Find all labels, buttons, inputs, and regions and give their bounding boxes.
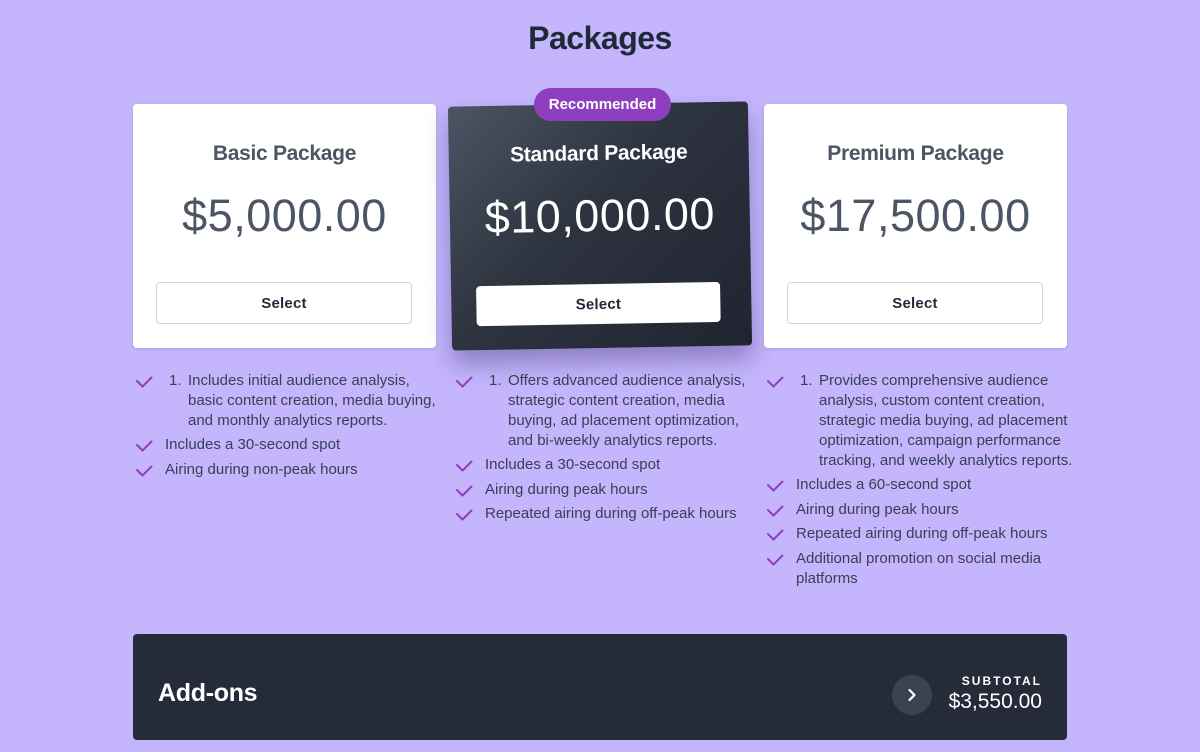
feature-item: Airing during peak hours — [455, 480, 755, 500]
package-name: Premium Package — [827, 142, 1004, 165]
package-price: $10,000.00 — [484, 187, 716, 244]
premium-feature-list: 1. Provides comprehensive audience analys… — [766, 366, 1076, 589]
check-icon — [456, 509, 473, 521]
feature-text: Includes initial audience analysis, basi… — [188, 371, 436, 429]
addons-title: Add-ons — [158, 679, 258, 707]
feature-text: Offers advanced audience analysis, strat… — [508, 371, 746, 449]
feature-text: Includes a 30-second spot — [485, 456, 661, 474]
package-name: Standard Package — [509, 140, 688, 167]
page-title: Packages — [528, 20, 672, 56]
subtotal-label: SUBTOTAL — [961, 674, 1042, 688]
check-icon — [456, 460, 473, 472]
feature-item: Additional promotion on social media pla… — [766, 549, 1076, 589]
feature-item: 1. Provides comprehensive audience analys… — [766, 371, 1076, 471]
standard-package-card: Standard Package $10,000.00 Select — [447, 101, 753, 351]
check-icon — [136, 376, 153, 388]
recommended-badge: Recommended — [534, 88, 671, 121]
feature-item: Includes a 30-second spot — [455, 455, 755, 475]
feature-text: Repeated airing during off-peak hours — [796, 525, 1048, 543]
feature-item: Includes a 30-second spot — [135, 435, 445, 455]
feature-item: Airing during peak hours — [766, 500, 1076, 520]
feature-text: Provides comprehensive audience analysis… — [819, 371, 1073, 469]
feature-text: Additional promotion on social media pla… — [796, 549, 1042, 587]
feature-item: 1. Offers advanced audience analysis, str… — [455, 371, 755, 451]
premium-package-card: Premium Package $17,500.00 Select — [764, 104, 1067, 348]
check-icon — [767, 376, 784, 388]
feature-text: Includes a 30-second spot — [165, 436, 341, 454]
basic-package-card: Basic Package $5,000.00 Select — [133, 104, 436, 348]
feature-text: Includes a 60-second spot — [796, 476, 972, 494]
check-icon — [456, 485, 473, 497]
chevron-right-icon — [908, 688, 916, 702]
package-price: $5,000.00 — [182, 190, 387, 241]
standard-feature-list: 1. Offers advanced audience analysis, str… — [455, 366, 755, 524]
check-icon — [136, 465, 153, 477]
feature-item: Repeated airing during off-peak hours — [455, 504, 755, 524]
package-name: Basic Package — [212, 142, 357, 165]
check-icon — [136, 440, 153, 452]
feature-number: 1. — [800, 371, 813, 389]
check-icon — [767, 505, 784, 517]
feature-number: 1. — [169, 371, 182, 389]
select-standard-button[interactable]: Select — [476, 281, 721, 327]
subtotal-value: $3,550.00 — [948, 690, 1042, 713]
check-icon — [456, 376, 473, 388]
expand-addons-button[interactable] — [892, 675, 932, 715]
check-icon — [767, 554, 784, 566]
feature-number: 1. — [489, 371, 502, 389]
select-basic-button[interactable]: Select — [156, 282, 412, 324]
feature-item: Airing during non-peak hours — [135, 460, 445, 480]
feature-text: Repeated airing during off-peak hours — [485, 505, 737, 523]
check-icon — [767, 480, 784, 492]
basic-feature-list: 1. Includes initial audience analysis, ba… — [135, 366, 445, 480]
feature-item: Includes a 60-second spot — [766, 475, 1076, 495]
addons-bar: Add-ons SUBTOTAL $3,550.00 — [133, 634, 1067, 740]
feature-text: Airing during non-peak hours — [165, 460, 358, 478]
package-price: $17,500.00 — [800, 190, 1031, 241]
feature-item: 1. Includes initial audience analysis, ba… — [135, 371, 445, 431]
check-icon — [767, 529, 784, 541]
feature-text: Airing during peak hours — [796, 500, 959, 518]
select-premium-button[interactable]: Select — [787, 282, 1043, 324]
feature-text: Airing during peak hours — [485, 480, 648, 498]
feature-item: Repeated airing during off-peak hours — [766, 524, 1076, 544]
